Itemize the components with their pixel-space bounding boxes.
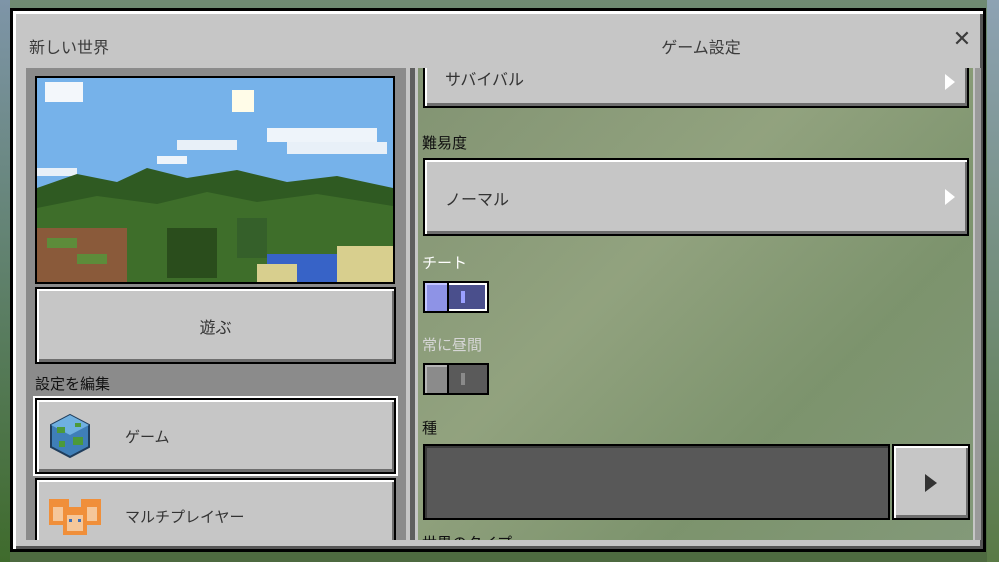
difficulty-label: 難易度	[422, 134, 468, 152]
nav-item-multiplayer-label: マルチプレイヤー	[125, 507, 245, 526]
players-icon	[49, 499, 101, 535]
background-world-left	[0, 0, 10, 562]
background-world-right	[987, 0, 999, 562]
left-sidebar: 遊ぶ 設定を編集 ゲーム マルチプレイヤー	[26, 68, 406, 540]
difficulty-dropdown[interactable]: ノーマル	[423, 158, 969, 236]
play-arrow-icon	[925, 474, 937, 492]
globe-icon	[50, 413, 90, 459]
world-preview-scene	[37, 78, 393, 282]
play-button-label: 遊ぶ	[199, 317, 232, 337]
seed-picker-button[interactable]	[892, 444, 970, 520]
chevron-right-icon	[945, 74, 955, 90]
nav-item-game[interactable]: ゲーム	[35, 398, 396, 474]
seed-input[interactable]	[423, 444, 890, 520]
edit-settings-label: 設定を編集	[35, 375, 111, 393]
always-day-toggle-knob	[425, 365, 449, 393]
always-day-label: 常に昼間	[422, 336, 483, 354]
difficulty-value: ノーマル	[445, 190, 510, 209]
cheats-toggle[interactable]	[423, 281, 489, 313]
game-mode-value: サバイバル	[445, 70, 525, 89]
nav-item-game-label: ゲーム	[125, 427, 170, 446]
section-title: ゲーム設定	[661, 38, 741, 57]
nav-item-multiplayer[interactable]: マルチプレイヤー	[35, 478, 396, 540]
left-scrollbar[interactable]	[410, 68, 415, 540]
world-type-label: 世界のタイプ	[422, 532, 512, 540]
toggle-indicator	[461, 373, 465, 385]
close-icon[interactable]: ✕	[949, 27, 975, 53]
world-title: 新しい世界	[29, 38, 110, 57]
toggle-indicator	[461, 291, 465, 303]
always-day-toggle[interactable]	[423, 363, 489, 395]
world-settings-dialog: 新しい世界 ゲーム設定 ✕ 遊ぶ 設定を編集 ゲーム マルチプレイヤー サバイバ…	[10, 8, 986, 552]
cheats-label: チート	[422, 254, 468, 272]
chevron-right-icon	[945, 189, 955, 205]
cheats-toggle-knob	[425, 283, 449, 311]
play-button[interactable]: 遊ぶ	[35, 287, 396, 364]
game-settings-panel: サバイバル 難易度 ノーマル チート 常に昼間 種 世界のタイプ	[418, 68, 973, 540]
world-preview-image	[35, 76, 395, 284]
game-mode-dropdown[interactable]: サバイバル	[423, 68, 969, 108]
right-scrollbar[interactable]	[975, 68, 981, 540]
seed-label: 種	[422, 419, 438, 437]
